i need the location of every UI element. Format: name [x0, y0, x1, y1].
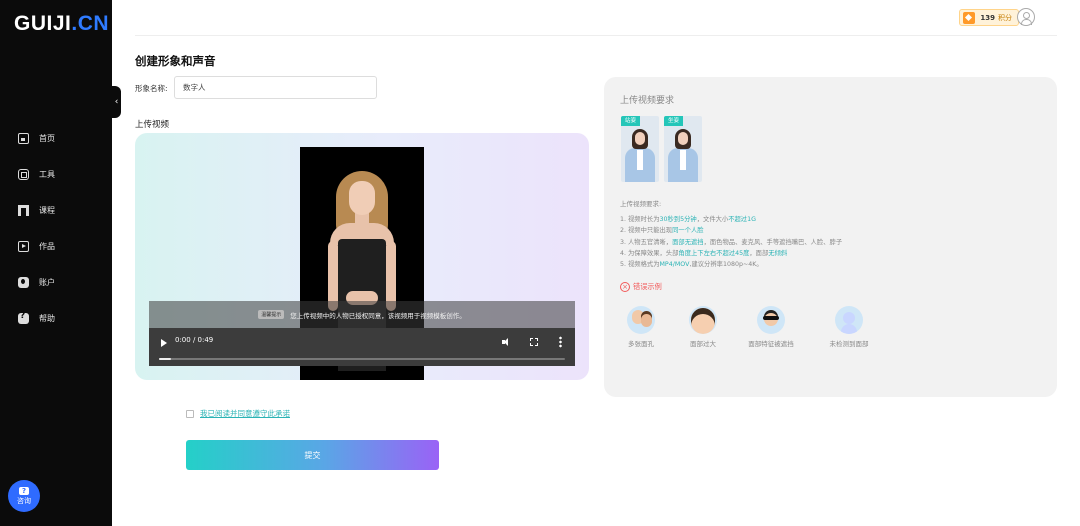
submit-button[interactable]: 提交 [186, 440, 439, 470]
video-upload-area[interactable]: 温馨提示 您上传视频中的人物已授权同意，该视频用于视频模板创作。 0:00 / … [135, 133, 589, 380]
example-face-too-large: 面部过大 [673, 306, 733, 348]
sample-badge: 站姿 [621, 116, 641, 126]
example-multiple-faces: 多张面孔 [611, 306, 671, 348]
video-progress-bar[interactable] [159, 358, 565, 360]
home-icon [18, 132, 29, 144]
rule-item: 1. 视频时长为30秒到5分钟，文件大小不超过1G [620, 216, 756, 223]
tools-icon [18, 168, 29, 180]
works-icon [18, 240, 29, 252]
chat-icon: ? [19, 486, 29, 495]
requirements-subtitle: 上传视频要求: [620, 200, 662, 208]
course-icon [18, 204, 29, 216]
notice-text: 您上传视频中的人物已授权同意，该视频用于视频模板创作。 [290, 311, 466, 320]
face-too-large-icon [689, 306, 717, 334]
gem-icon [963, 11, 976, 24]
name-input[interactable] [174, 76, 377, 99]
sidebar-item-label: 账户 [39, 277, 55, 287]
page-title: 创建形象和声音 [135, 54, 216, 68]
sidebar-nav: 首页 工具 课程 作品 账户 帮助 [18, 120, 55, 336]
sample-badge: 坐姿 [664, 116, 684, 126]
error-circle-icon: × [620, 282, 630, 292]
wrong-examples-title: × 错误示例 [620, 282, 662, 292]
video-notice: 温馨提示 您上传视频中的人物已授权同意，该视频用于视频模板创作。 [149, 301, 575, 328]
sidebar-item-course[interactable]: 课程 [18, 192, 55, 228]
sidebar-item-account[interactable]: 账户 [18, 264, 55, 300]
sidebar-item-tools[interactable]: 工具 [18, 156, 55, 192]
user-avatar-icon[interactable] [1017, 8, 1035, 26]
no-face-icon [835, 306, 863, 334]
sidebar-item-label: 作品 [39, 241, 55, 251]
sidebar-item-help[interactable]: 帮助 [18, 300, 55, 336]
points-badge[interactable]: 139 积分 [959, 9, 1019, 26]
sidebar-item-home[interactable]: 首页 [18, 120, 55, 156]
name-label: 形象名称: [135, 84, 168, 93]
multiple-faces-icon [627, 306, 655, 334]
sidebar-item-label: 帮助 [39, 313, 55, 323]
rule-item: 5. 视频格式为MP4/MOV,建议分辨率1080p~4K。 [620, 261, 763, 269]
points-value: 139 [980, 13, 995, 22]
sidebar-item-label: 课程 [39, 205, 55, 215]
video-controls: 0:00 / 0:49 [149, 328, 575, 366]
agreement: 我已阅读并同意遵守此承诺 [186, 408, 290, 419]
play-icon[interactable] [161, 339, 167, 347]
rule-item: 3. 人物五官清晰，面部无遮挡，面色物品、麦克风、手等遮挡嘴巴、人脸、脖子 [620, 238, 843, 246]
sidebar-item-label: 工具 [39, 169, 55, 179]
chevron-left-icon: ‹ [114, 97, 119, 107]
more-options-icon[interactable] [559, 336, 562, 348]
fullscreen-icon[interactable] [530, 338, 538, 346]
video-time: 0:00 / 0:49 [175, 336, 214, 344]
sample-standing: 站姿 [621, 116, 659, 182]
consult-button[interactable]: ? 咨询 [8, 480, 40, 512]
top-bar: 139 积分 [135, 0, 1057, 36]
volume-icon[interactable] [502, 338, 510, 346]
wrong-examples-label: 错误示例 [633, 282, 662, 291]
help-icon [18, 311, 29, 324]
notice-tag: 温馨提示 [258, 310, 285, 319]
requirements-list: 1. 视频时长为30秒到5分钟，文件大小不超过1G 2. 视频中只能出现同一个人… [620, 214, 842, 270]
face-occluded-icon [757, 306, 785, 334]
sidebar: GUIJI.CN 首页 工具 课程 作品 账户 帮助 ? 咨询 [0, 0, 112, 526]
requirements-panel: 上传视频要求 站姿 坐姿 上传视频要求: 1. 视频时长为30秒到5分钟，文件大… [604, 77, 1057, 397]
sidebar-item-works[interactable]: 作品 [18, 228, 55, 264]
upload-label: 上传视频 [135, 120, 170, 130]
example-no-face: 未检测到面部 [819, 306, 879, 348]
sample-sitting: 坐姿 [664, 116, 702, 182]
example-face-occluded: 面部特征被遮挡 [741, 306, 801, 348]
sidebar-item-label: 首页 [39, 133, 55, 143]
points-unit: 积分 [998, 13, 1012, 22]
account-icon [18, 276, 29, 288]
sidebar-collapse-button[interactable]: ‹ [112, 86, 121, 118]
rule-item: 2. 视频中只能出现同一个人脸 [620, 227, 704, 235]
video-progress-fill [159, 358, 172, 360]
requirements-title: 上传视频要求 [620, 96, 675, 106]
agreement-link[interactable]: 我已阅读并同意遵守此承诺 [200, 408, 290, 419]
agree-checkbox[interactable] [186, 409, 194, 418]
consult-label: 咨询 [17, 496, 31, 505]
rule-item: 4. 为保障效果，头部角度上下左右不超过45度，面部无倾斜 [620, 249, 788, 257]
logo[interactable]: GUIJI.CN [14, 12, 109, 36]
